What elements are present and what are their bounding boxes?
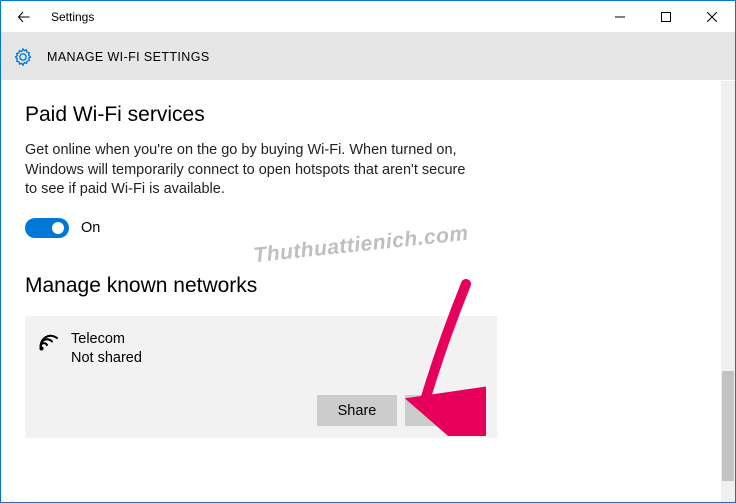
- page-header: MANAGE WI-FI SETTINGS: [1, 32, 735, 80]
- minimize-icon: [615, 12, 625, 22]
- maximize-button[interactable]: [643, 1, 689, 32]
- network-status: Not shared: [71, 349, 142, 368]
- minimize-button[interactable]: [597, 1, 643, 32]
- wifi-icon: [37, 332, 61, 354]
- paid-wifi-heading: Paid Wi-Fi services: [25, 103, 721, 127]
- close-button[interactable]: [689, 1, 735, 32]
- network-item[interactable]: Telecom Not shared Share Forget: [25, 316, 497, 439]
- paid-wifi-toggle-row: On: [25, 218, 721, 238]
- paid-wifi-description: Get online when you're on the go by buyi…: [25, 141, 475, 200]
- known-networks-heading: Manage known networks: [25, 274, 721, 298]
- scrollbar-track[interactable]: [721, 81, 735, 502]
- close-icon: [707, 12, 717, 22]
- gear-icon: [13, 47, 33, 67]
- window-controls: [597, 1, 735, 32]
- paid-wifi-toggle[interactable]: [25, 218, 69, 238]
- back-button[interactable]: [1, 1, 47, 32]
- scrollbar-thumb[interactable]: [722, 371, 734, 481]
- titlebar-left: Settings: [1, 1, 94, 32]
- network-name: Telecom: [71, 330, 142, 349]
- toggle-state-label: On: [81, 220, 100, 236]
- titlebar: Settings: [1, 1, 735, 32]
- network-actions: Share Forget: [37, 395, 485, 426]
- network-text: Telecom Not shared: [71, 330, 142, 368]
- share-button[interactable]: Share: [317, 395, 397, 426]
- settings-window: Settings M: [0, 0, 736, 503]
- maximize-icon: [661, 12, 671, 22]
- network-row: Telecom Not shared: [37, 330, 485, 368]
- window-title: Settings: [51, 10, 94, 24]
- page-title: MANAGE WI-FI SETTINGS: [47, 50, 210, 64]
- back-arrow-icon: [16, 9, 32, 25]
- forget-button[interactable]: Forget: [405, 395, 485, 426]
- content-area: Paid Wi-Fi services Get online when you'…: [1, 81, 721, 502]
- toggle-knob: [52, 222, 64, 234]
